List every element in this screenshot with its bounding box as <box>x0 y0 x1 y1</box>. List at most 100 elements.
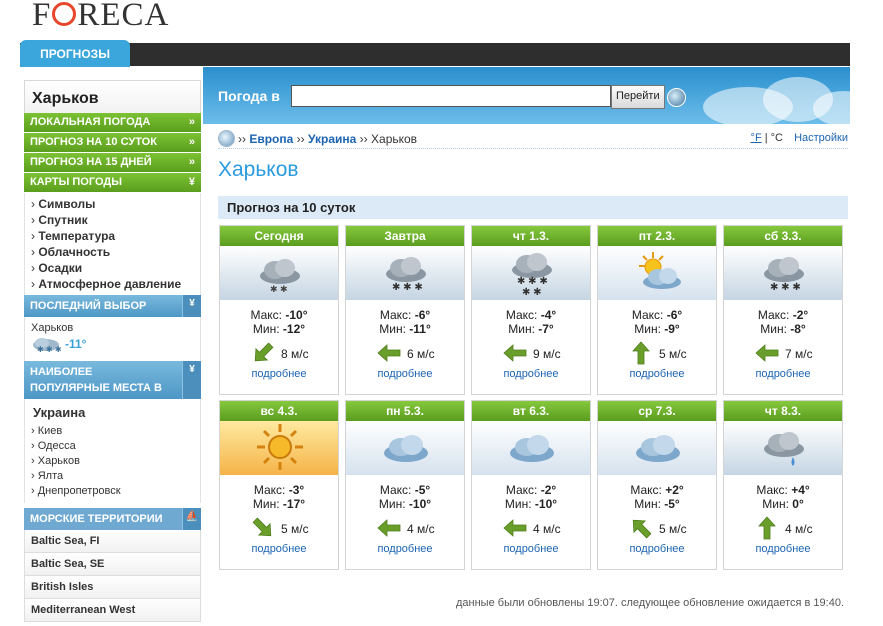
breadcrumb-sep: ›› <box>359 132 368 146</box>
max-label: Макс: <box>630 483 662 497</box>
forecast-min-row: Мин: -10° <box>346 497 464 511</box>
details-link[interactable]: подробнее <box>346 368 464 380</box>
forecast-min-row: Мин: -9° <box>598 322 716 336</box>
wind-speed: 4 м/с <box>785 522 813 536</box>
forecast-min-row: Мин: -8° <box>724 322 842 336</box>
popular-places-header[interactable]: НАИБОЛЕЕ ПОПУЛЯРНЫЕ МЕСТА В ¥ <box>24 361 201 399</box>
sidebar-city-title: Харьков <box>24 80 201 113</box>
forecast-day-label: Сегодня <box>220 226 338 246</box>
wind-speed: 4 м/с <box>533 522 561 536</box>
last-selection-item[interactable]: Харьков ✱ ✱ ✱ -11° <box>24 317 201 361</box>
forecast-max-row: Макс: +4° <box>724 483 842 497</box>
max-temp: -4° <box>540 308 557 322</box>
popular-link-kharkiv[interactable]: Харьков <box>31 454 194 469</box>
map-link-symbols[interactable]: Символы <box>31 196 200 212</box>
min-label: Мин: <box>760 322 787 336</box>
min-temp: -11° <box>409 322 431 336</box>
sidebar-item-label: ПРОГНОЗ НА 10 СУТОК <box>30 136 157 148</box>
details-link[interactable]: подробнее <box>598 543 716 555</box>
sidebar-item-label: ПРОГНОЗ НА 15 ДНЕЙ <box>30 156 152 168</box>
forecast-day-card: ср 7.3. Макс: +2° Мин: -5° 5 м/с подробнее <box>597 400 717 570</box>
forecast-temps: Макс: -2° Мин: -8° <box>724 308 842 336</box>
forecast-temps: Макс: -2° Мин: -10° <box>472 483 590 511</box>
forecast-day-card: вт 6.3. Макс: -2° Мин: -10° 4 м/с подробнее <box>471 400 591 570</box>
forecast-sky: ✱ ✱ <box>220 246 338 300</box>
sidebar-item-10-day[interactable]: ПРОГНОЗ НА 10 СУТОК » <box>24 133 201 152</box>
sidebar-item-15-day[interactable]: ПРОГНОЗ НА 15 ДНЕЙ » <box>24 153 201 172</box>
globe-icon[interactable] <box>667 88 686 107</box>
details-link[interactable]: подробнее <box>220 543 338 555</box>
map-link-satellite[interactable]: Спутник <box>31 212 200 228</box>
search-go-button[interactable]: Перейти <box>611 85 665 109</box>
min-label: Мин: <box>378 497 406 511</box>
map-link-pressure[interactable]: Атмосферное давление <box>31 276 200 292</box>
min-temp: -9° <box>664 322 680 336</box>
tab-forecasts[interactable]: ПРОГНОЗЫ <box>20 40 130 67</box>
svg-text:✱ ✱ ✱: ✱ ✱ ✱ <box>392 282 423 293</box>
forecast-wind: 7 м/с <box>724 340 842 366</box>
details-link[interactable]: подробнее <box>598 368 716 380</box>
forecast-day-card: пт 2.3. Макс: -6° Мин: -9° 5 м/с подробнее <box>597 225 717 395</box>
popular-link-dnipro[interactable]: Днепропетровск <box>31 484 194 499</box>
marine-territories-header[interactable]: МОРСКИЕ ТЕРРИТОРИИ ⛵ <box>24 508 201 530</box>
popular-link-kyiv[interactable]: Киев <box>31 424 194 439</box>
max-label: Макс: <box>505 483 538 497</box>
forecast-sky <box>598 421 716 475</box>
popular-link-yalta[interactable]: Ялта <box>31 469 194 484</box>
marine-item-baltic-fi[interactable]: Baltic Sea, FI <box>24 530 201 553</box>
double-chevron-right-icon: » <box>188 116 195 128</box>
forecast-temps: Макс: -6° Мин: -11° <box>346 308 464 336</box>
unit-fahrenheit-link[interactable]: °F <box>751 132 762 144</box>
max-temp: -2° <box>540 483 557 497</box>
min-temp: -5° <box>664 497 680 511</box>
settings-link[interactable]: Настройки <box>794 132 848 144</box>
map-link-precipitation[interactable]: Осадки <box>31 260 200 276</box>
marine-item-baltic-se[interactable]: Baltic Sea, SE <box>24 553 201 576</box>
search-input[interactable] <box>291 85 611 107</box>
max-label: Макс: <box>379 308 412 322</box>
breadcrumb-europe[interactable]: Европа <box>249 132 293 146</box>
marine-item-mediterranean-west[interactable]: Mediterranean West <box>24 599 201 622</box>
last-selection-header[interactable]: ПОСЛЕДНИЙ ВЫБОР ¥ <box>24 295 201 317</box>
sidebar-item-local-weather[interactable]: ЛОКАЛЬНАЯ ПОГОДА » <box>24 113 201 132</box>
forecast-day-label: пт 2.3. <box>598 226 716 246</box>
map-link-cloudiness[interactable]: Облачность <box>31 244 200 260</box>
sailboat-icon: ⛵ <box>182 508 201 530</box>
forecast-min-row: Мин: -5° <box>598 497 716 511</box>
forecast-wind: 5 м/с <box>598 515 716 541</box>
details-link[interactable]: подробнее <box>220 368 338 380</box>
search-banner: Погода в Перейти <box>203 67 850 124</box>
forecast-temps: Макс: -6° Мин: -9° <box>598 308 716 336</box>
forecast-min-row: Мин: -12° <box>220 322 338 336</box>
forecast-max-row: Макс: -5° <box>346 483 464 497</box>
details-link[interactable]: подробнее <box>346 543 464 555</box>
forecast-day-card: сб 3.3. ✱ ✱ ✱ Макс: -2° Мин: -8° 7 м/с подроб… <box>723 225 843 395</box>
forecast-min-row: Мин: -11° <box>346 322 464 336</box>
min-label: Мин: <box>634 322 661 336</box>
forecast-day-label: чт 1.3. <box>472 226 590 246</box>
details-link[interactable]: подробнее <box>724 543 842 555</box>
forecast-temps: Макс: -3° Мин: -17° <box>220 483 338 511</box>
popular-link-odesa[interactable]: Одесса <box>31 439 194 454</box>
double-chevron-right-icon: » <box>188 156 195 168</box>
breadcrumb-ukraine[interactable]: Украина <box>308 132 356 146</box>
details-link[interactable]: подробнее <box>724 368 842 380</box>
marine-item-british-isles[interactable]: British Isles <box>24 576 201 599</box>
max-temp: -6° <box>414 308 431 322</box>
forecast-max-row: Макс: +2° <box>598 483 716 497</box>
forecast-min-row: Мин: 0° <box>724 497 842 511</box>
forecast-max-row: Макс: -10° <box>220 308 338 322</box>
min-label: Мин: <box>762 497 789 511</box>
wind-speed: 6 м/с <box>407 347 435 361</box>
details-link[interactable]: подробнее <box>472 543 590 555</box>
forecast-wind: 4 м/с <box>472 515 590 541</box>
min-temp: -7° <box>538 322 554 336</box>
details-link[interactable]: подробнее <box>472 368 590 380</box>
map-link-temperature[interactable]: Температура <box>31 228 200 244</box>
cloud-snow-icon: ✱ ✱ ✱ <box>33 338 61 353</box>
sidebar: Харьков ЛОКАЛЬНАЯ ПОГОДА » ПРОГНОЗ НА 10 … <box>24 80 201 622</box>
forecast-min-row: Мин: -17° <box>220 497 338 511</box>
sidebar-item-weather-maps[interactable]: КАРТЫ ПОГОДЫ ¥ <box>24 173 201 192</box>
foreca-logo[interactable]: F RECA <box>32 0 169 32</box>
forecast-wind: 6 м/с <box>346 340 464 366</box>
